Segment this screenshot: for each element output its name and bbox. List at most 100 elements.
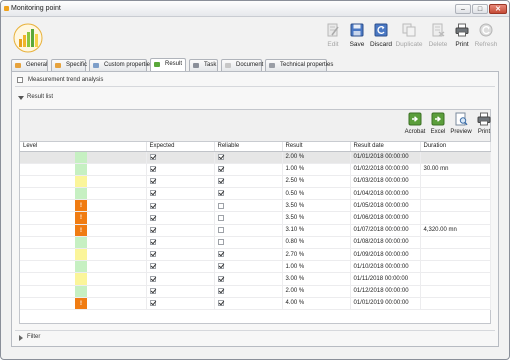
column-header-reliable[interactable]: Reliable <box>214 142 283 152</box>
level-indicator <box>75 151 87 163</box>
column-header-expected[interactable]: Expected <box>146 142 215 152</box>
reliable-checkbox[interactable] <box>217 300 224 307</box>
measurement-trend-header[interactable]: Measurement trend analysis <box>15 75 495 87</box>
expected-cell <box>146 285 215 298</box>
reliable-checkbox[interactable] <box>217 226 224 233</box>
result-date-cell: 01/12/2018 00:00:00 <box>350 285 421 298</box>
expected-checkbox[interactable] <box>149 202 156 209</box>
expected-checkbox[interactable] <box>149 165 156 172</box>
expected-checkbox[interactable] <box>149 275 156 282</box>
tab-specific-label: Specific <box>66 62 88 68</box>
reliable-checkbox[interactable] <box>217 153 224 160</box>
level-indicator <box>75 163 87 175</box>
table-row[interactable]: 1.00 % 01/02/2018 00:00:00 30.00 mn <box>20 163 491 176</box>
level-indicator <box>75 175 87 188</box>
technical-properties-tab-icon <box>269 63 275 68</box>
expected-cell <box>146 272 215 286</box>
reliable-checkbox[interactable] <box>217 214 224 221</box>
filter-header[interactable]: Filter <box>15 330 495 342</box>
reliable-cell <box>214 260 283 274</box>
refresh-button[interactable]: Refresh <box>472 23 500 53</box>
duration-cell <box>420 187 491 201</box>
task-tab-icon <box>193 63 199 68</box>
discard-button[interactable]: Discard <box>367 23 395 53</box>
expected-cell <box>146 224 215 237</box>
expected-checkbox[interactable] <box>149 251 156 258</box>
result-list-header[interactable]: Result list <box>15 93 495 103</box>
result-cell: 2.00 % <box>282 285 351 298</box>
close-button[interactable]: ✕ <box>489 4 507 14</box>
result-cell: 0.50 % <box>282 187 351 201</box>
result-date-cell: 01/10/2018 00:00:00 <box>350 260 421 274</box>
table-row[interactable]: 0.50 % 01/04/2018 00:00:00 <box>20 187 491 201</box>
table-row[interactable]: 1.00 % 01/10/2018 00:00:00 <box>20 260 491 274</box>
expected-checkbox[interactable] <box>149 287 156 294</box>
reliable-checkbox[interactable] <box>217 251 224 258</box>
tab-general[interactable]: General <box>11 59 48 71</box>
tab-result[interactable]: Result <box>150 58 186 71</box>
tab-document[interactable]: Document <box>221 59 263 71</box>
reliable-checkbox[interactable] <box>217 165 224 172</box>
level-indicator <box>75 261 87 273</box>
duplicate-button[interactable]: Duplicate <box>395 23 423 53</box>
result-cell: 1.00 % <box>282 260 351 274</box>
result-date-cell: 01/07/2018 00:00:00 <box>350 224 421 237</box>
expected-checkbox[interactable] <box>149 226 156 233</box>
level-indicator <box>75 249 87 261</box>
tab-custom-properties-label: Custom properties <box>104 62 154 68</box>
table-row[interactable]: 0.80 % 01/08/2018 00:00:00 <box>20 236 491 250</box>
table-row[interactable]: 2.00 % 01/12/2018 00:00:00 <box>20 285 491 298</box>
level-indicator <box>75 273 87 285</box>
expected-cell <box>146 175 215 189</box>
duration-cell <box>420 211 491 225</box>
title-bar[interactable]: Monitoring point – □ ✕ <box>1 1 509 17</box>
print-icon <box>455 23 469 37</box>
expected-checkbox[interactable] <box>149 190 156 197</box>
expected-checkbox[interactable] <box>149 153 156 160</box>
result-cell: 2.70 % <box>282 248 351 262</box>
expected-checkbox[interactable] <box>149 300 156 307</box>
expected-checkbox[interactable] <box>149 178 156 185</box>
reliable-checkbox[interactable] <box>217 202 224 209</box>
duplicate-icon <box>402 23 416 37</box>
table-row[interactable]: ! 4.00 % 01/01/2019 00:00:00 <box>20 297 491 310</box>
expected-cell <box>146 211 215 225</box>
result-date-cell: 01/05/2018 00:00:00 <box>350 199 421 213</box>
reliable-checkbox[interactable] <box>217 287 224 294</box>
level-cell <box>20 187 147 201</box>
reliable-checkbox[interactable] <box>217 263 224 270</box>
expected-checkbox[interactable] <box>149 214 156 221</box>
app-logo <box>13 23 43 53</box>
expected-checkbox[interactable] <box>149 239 156 246</box>
reliable-checkbox[interactable] <box>217 239 224 246</box>
table-row[interactable]: ! 3.50 % 01/06/2018 00:00:00 <box>20 211 491 225</box>
reliable-checkbox[interactable] <box>217 178 224 185</box>
tab-specific[interactable]: Specific <box>51 59 88 71</box>
level-cell <box>20 260 147 274</box>
maximize-button[interactable]: □ <box>472 4 488 14</box>
table-row[interactable]: 2.00 % 01/01/2018 00:00:00 <box>20 151 491 164</box>
column-header-result[interactable]: Result <box>282 142 351 152</box>
result-date-cell: 01/02/2018 00:00:00 <box>350 163 421 176</box>
expected-checkbox[interactable] <box>149 263 156 270</box>
column-header-duration[interactable]: Duration <box>420 142 491 152</box>
tab-custom-properties[interactable]: Custom properties <box>89 59 153 71</box>
table-row[interactable]: 2.50 % 01/03/2018 00:00:00 <box>20 175 491 189</box>
table-row[interactable]: ! 3.50 % 01/05/2018 00:00:00 <box>20 199 491 213</box>
column-header-result-date[interactable]: Result date <box>350 142 421 152</box>
expected-cell <box>146 260 215 274</box>
print-export-button[interactable]: Print <box>471 112 497 140</box>
level-cell <box>20 163 147 176</box>
reliable-checkbox[interactable] <box>217 275 224 282</box>
minimize-button[interactable]: – <box>455 4 471 14</box>
tab-task[interactable]: Task <box>189 59 218 71</box>
column-header-level[interactable]: Level <box>20 142 147 152</box>
expand-icon[interactable] <box>17 77 23 83</box>
result-date-cell: 01/09/2018 00:00:00 <box>350 248 421 262</box>
reliable-checkbox[interactable] <box>217 190 224 197</box>
app-icon <box>4 6 9 11</box>
tab-technical-properties[interactable]: Technical properties <box>265 59 333 71</box>
table-row[interactable]: ! 3.10 % 01/07/2018 00:00:00 4,320.00 mn <box>20 224 491 237</box>
table-row[interactable]: 2.70 % 01/09/2018 00:00:00 <box>20 248 491 262</box>
table-row[interactable]: 3.00 % 01/11/2018 00:00:00 <box>20 272 491 286</box>
